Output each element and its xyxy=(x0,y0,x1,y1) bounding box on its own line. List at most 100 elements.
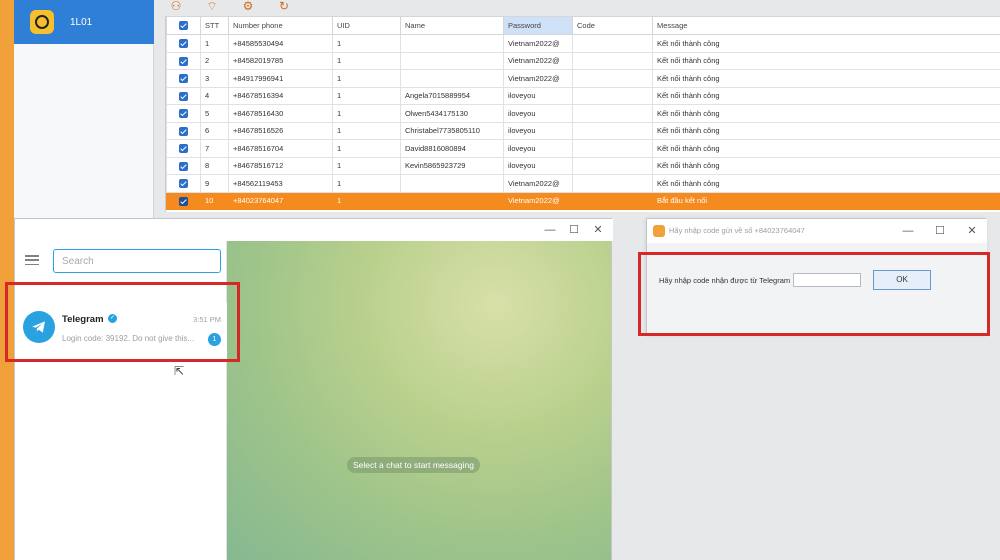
maximize-icon[interactable]: ☐ xyxy=(567,223,581,237)
cell-name xyxy=(400,51,504,70)
column-header-uid[interactable]: UID xyxy=(332,16,401,35)
cell-uid: 1 xyxy=(332,174,401,193)
cell-password: iloveyou xyxy=(503,121,573,140)
cell-password: iloveyou xyxy=(503,104,573,123)
cell-uid: 1 xyxy=(332,139,401,158)
column-header-password[interactable]: Password xyxy=(503,16,573,35)
cell-stt: 7 xyxy=(200,139,229,158)
close-icon[interactable]: ✕ xyxy=(965,224,979,238)
row-checkbox[interactable] xyxy=(166,51,201,70)
dialog-titlebar: Hãy nhập code gửi về số +84023764047 — ☐… xyxy=(647,219,987,243)
cell-name: Christabel7735805110 xyxy=(400,121,504,140)
dialog-title: Hãy nhập code gửi về số +84023764047 xyxy=(669,226,805,235)
highlight-box-chat xyxy=(5,282,240,362)
cell-uid: 1 xyxy=(332,104,401,123)
cell-uid: 1 xyxy=(332,69,401,88)
cell-code xyxy=(572,51,653,70)
cell-name: Kevin5865923729 xyxy=(400,156,504,175)
cell-phone: +84678516526 xyxy=(228,121,333,140)
table-row[interactable]: 5 +84678516430 1 Olwen5434175130 iloveyo… xyxy=(166,104,1000,123)
cell-name xyxy=(400,69,504,88)
cell-phone: +84562119453 xyxy=(228,174,333,193)
menu-icon[interactable] xyxy=(25,255,39,265)
cell-uid: 1 xyxy=(332,51,401,70)
row-checkbox[interactable] xyxy=(166,156,201,175)
row-checkbox[interactable] xyxy=(166,174,201,193)
cell-code xyxy=(572,121,653,140)
table-row[interactable]: 2 +84582019785 1 Vietnam2022@ Kết nối th… xyxy=(166,51,1000,70)
cell-code xyxy=(572,174,653,193)
wifi-icon[interactable]: ⌔ xyxy=(201,0,223,12)
cell-password: Vietnam2022@ xyxy=(503,191,573,210)
cell-password: Vietnam2022@ xyxy=(503,69,573,88)
cell-password: iloveyou xyxy=(503,86,573,105)
cell-name xyxy=(400,34,504,53)
cell-stt: 8 xyxy=(200,156,229,175)
row-checkbox[interactable] xyxy=(166,69,201,88)
cell-uid: 1 xyxy=(332,121,401,140)
minimize-icon[interactable]: — xyxy=(543,223,557,237)
column-header-phone[interactable]: Number phone xyxy=(228,16,333,35)
cell-code xyxy=(572,156,653,175)
search-input[interactable] xyxy=(53,249,221,273)
cell-stt: 9 xyxy=(200,174,229,193)
table-row[interactable]: 8 +84678516712 1 Kevin5865923729 iloveyo… xyxy=(166,156,1000,175)
table-row[interactable]: 6 +84678516526 1 Christabel7735805110 il… xyxy=(166,121,1000,140)
cell-uid: 1 xyxy=(332,86,401,105)
cell-stt: 5 xyxy=(200,104,229,123)
cell-message: Kết nối thành công xyxy=(652,104,1000,123)
highlight-box-dialog xyxy=(638,252,990,336)
row-checkbox[interactable] xyxy=(166,86,201,105)
cell-phone: +84023764047 xyxy=(228,191,333,210)
cell-phone: +84585530494 xyxy=(228,34,333,53)
cell-name: Olwen5434175130 xyxy=(400,104,504,123)
app-logo-icon xyxy=(30,10,54,34)
sidebar-item-1l01[interactable]: 1L01 xyxy=(14,0,154,44)
cell-code xyxy=(572,34,653,53)
cell-stt: 6 xyxy=(200,121,229,140)
cell-phone: +84678516394 xyxy=(228,86,333,105)
cell-stt: 1 xyxy=(200,34,229,53)
table-row[interactable]: 3 +84917996941 1 Vietnam2022@ Kết nối th… xyxy=(166,69,1000,88)
users-icon[interactable]: ⚇ xyxy=(165,0,187,12)
cell-password: iloveyou xyxy=(503,156,573,175)
column-header-name[interactable]: Name xyxy=(400,16,504,35)
row-checkbox[interactable] xyxy=(166,121,201,140)
cell-uid: 1 xyxy=(332,191,401,210)
table-row[interactable]: 4 +84678516394 1 Angela7015889954 ilovey… xyxy=(166,86,1000,105)
cell-message: Bắt đầu kết nối xyxy=(652,191,1000,210)
cell-message: Kết nối thành công xyxy=(652,34,1000,53)
cell-phone: +84678516704 xyxy=(228,139,333,158)
close-icon[interactable]: ✕ xyxy=(591,223,605,237)
column-header-stt[interactable]: STT xyxy=(200,16,229,35)
table-row[interactable]: 7 +84678516704 1 David8816080894 iloveyo… xyxy=(166,139,1000,158)
refresh-icon[interactable]: ↻ xyxy=(273,0,295,12)
cell-code xyxy=(572,139,653,158)
settings-icon[interactable]: ⚙ xyxy=(237,0,259,12)
cell-password: Vietnam2022@ xyxy=(503,51,573,70)
row-checkbox[interactable] xyxy=(166,139,201,158)
telegram-titlebar: — ☐ ✕ xyxy=(15,219,613,241)
cell-phone: +84678516712 xyxy=(228,156,333,175)
maximize-icon[interactable]: ☐ xyxy=(933,224,947,238)
table-row[interactable]: 1 +84585530494 1 Vietnam2022@ Kết nối th… xyxy=(166,34,1000,53)
row-checkbox[interactable] xyxy=(166,34,201,53)
cell-code xyxy=(572,104,653,123)
empty-chat-hint: Select a chat to start messaging xyxy=(347,457,480,473)
cell-stt: 3 xyxy=(200,69,229,88)
row-checkbox[interactable] xyxy=(166,104,201,123)
cell-name: Angela7015889954 xyxy=(400,86,504,105)
table-row[interactable]: 9 +84562119453 1 Vietnam2022@ Kết nối th… xyxy=(166,174,1000,193)
cell-code xyxy=(572,191,653,210)
cell-message: Kết nối thành công xyxy=(652,139,1000,158)
table-row-selected[interactable]: 10 +84023764047 1 Vietnam2022@ Bắt đầu k… xyxy=(166,191,1000,210)
telegram-window: — ☐ ✕ Telegram ✓ 3:51 PM Login code: 391… xyxy=(14,218,613,560)
column-header-message[interactable]: Message xyxy=(652,16,1000,35)
column-header-code[interactable]: Code xyxy=(572,16,653,35)
telegram-chat-area: Select a chat to start messaging xyxy=(227,241,611,560)
minimize-icon[interactable]: — xyxy=(901,224,915,238)
select-all-checkbox[interactable] xyxy=(166,16,201,35)
row-checkbox[interactable] xyxy=(166,191,201,210)
cell-message: Kết nối thành công xyxy=(652,69,1000,88)
cell-phone: +84678516430 xyxy=(228,104,333,123)
